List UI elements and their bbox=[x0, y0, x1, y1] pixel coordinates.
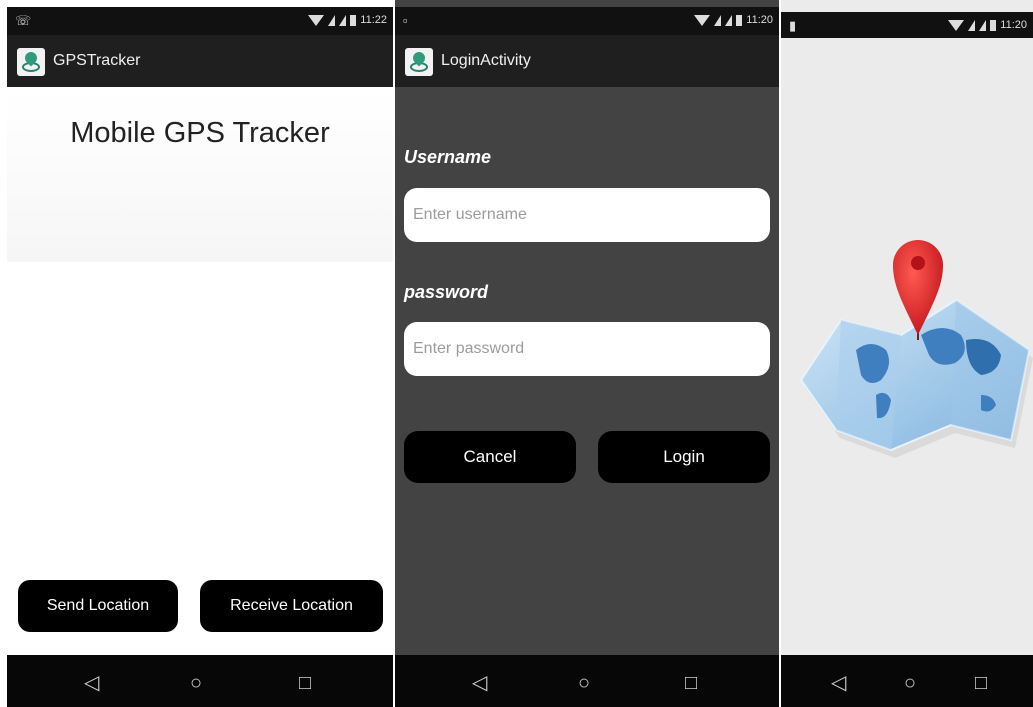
username-label: Username bbox=[404, 147, 492, 167]
whatsapp-icon: ☏ bbox=[15, 13, 32, 28]
navigation-bar: ◁ ○ □ bbox=[781, 655, 1033, 707]
cancel-button[interactable]: Cancel bbox=[404, 431, 576, 483]
splash-screen: ▮ 11:20 ◁ ○ □ bbox=[781, 0, 1033, 707]
back-nav-icon[interactable]: ◁ bbox=[831, 673, 846, 693]
navigation-bar: ◁ ○ □ bbox=[395, 655, 779, 707]
app-title: GPSTracker bbox=[53, 52, 141, 69]
wifi-icon bbox=[308, 14, 325, 26]
status-bar: ▫ 11:20 bbox=[395, 7, 779, 35]
signal-icon bbox=[339, 14, 347, 26]
back-nav-icon[interactable]: ◁ bbox=[84, 673, 99, 693]
recents-nav-icon[interactable]: □ bbox=[685, 673, 697, 693]
signal-icon bbox=[328, 14, 336, 26]
battery-icon bbox=[350, 14, 357, 26]
login-screen: ▫ 11:20 LoginActivity Username password … bbox=[395, 0, 779, 707]
status-time: 11:20 bbox=[1000, 19, 1027, 31]
password-input[interactable] bbox=[404, 322, 770, 376]
wifi-icon bbox=[948, 19, 965, 31]
home-nav-icon[interactable]: ○ bbox=[578, 673, 590, 693]
battery-icon bbox=[736, 14, 743, 26]
gps-tracker-screen: ☏ 11:22 GPSTracker Mobile GPS Tracker Se… bbox=[7, 0, 393, 707]
app-logo-icon bbox=[17, 48, 45, 76]
recents-nav-icon[interactable]: □ bbox=[299, 673, 311, 693]
app-title: LoginActivity bbox=[441, 52, 531, 69]
signal-icon bbox=[979, 19, 987, 31]
notification-icon: ▮ bbox=[789, 18, 797, 33]
status-time: 11:22 bbox=[360, 14, 387, 26]
signal-icon bbox=[725, 14, 733, 26]
status-bar: ☏ 11:22 bbox=[7, 7, 393, 35]
recents-nav-icon[interactable]: □ bbox=[975, 673, 987, 693]
signal-icon bbox=[968, 19, 976, 31]
navigation-bar: ◁ ○ □ bbox=[7, 655, 393, 707]
password-label: password bbox=[404, 282, 489, 302]
username-input[interactable] bbox=[404, 188, 770, 242]
send-location-button[interactable]: Send Location bbox=[18, 580, 178, 632]
back-nav-icon[interactable]: ◁ bbox=[472, 673, 487, 693]
status-bar: ▮ 11:20 bbox=[781, 12, 1033, 38]
battery-icon bbox=[990, 19, 997, 31]
home-nav-icon[interactable]: ○ bbox=[904, 673, 916, 693]
app-bar: LoginActivity bbox=[395, 35, 779, 87]
header-panel: Mobile GPS Tracker bbox=[7, 87, 393, 262]
wifi-icon bbox=[694, 14, 711, 26]
map-pin-illustration bbox=[799, 240, 1033, 458]
app-logo-icon bbox=[405, 48, 433, 76]
receive-location-button[interactable]: Receive Location bbox=[200, 580, 383, 632]
app-bar: GPSTracker bbox=[7, 35, 393, 87]
status-time: 11:20 bbox=[746, 14, 773, 26]
signal-icon bbox=[714, 14, 722, 26]
notification-icon: ▫ bbox=[403, 13, 408, 28]
page-title: Mobile GPS Tracker bbox=[70, 117, 330, 149]
home-nav-icon[interactable]: ○ bbox=[190, 673, 202, 693]
login-button[interactable]: Login bbox=[598, 431, 770, 483]
